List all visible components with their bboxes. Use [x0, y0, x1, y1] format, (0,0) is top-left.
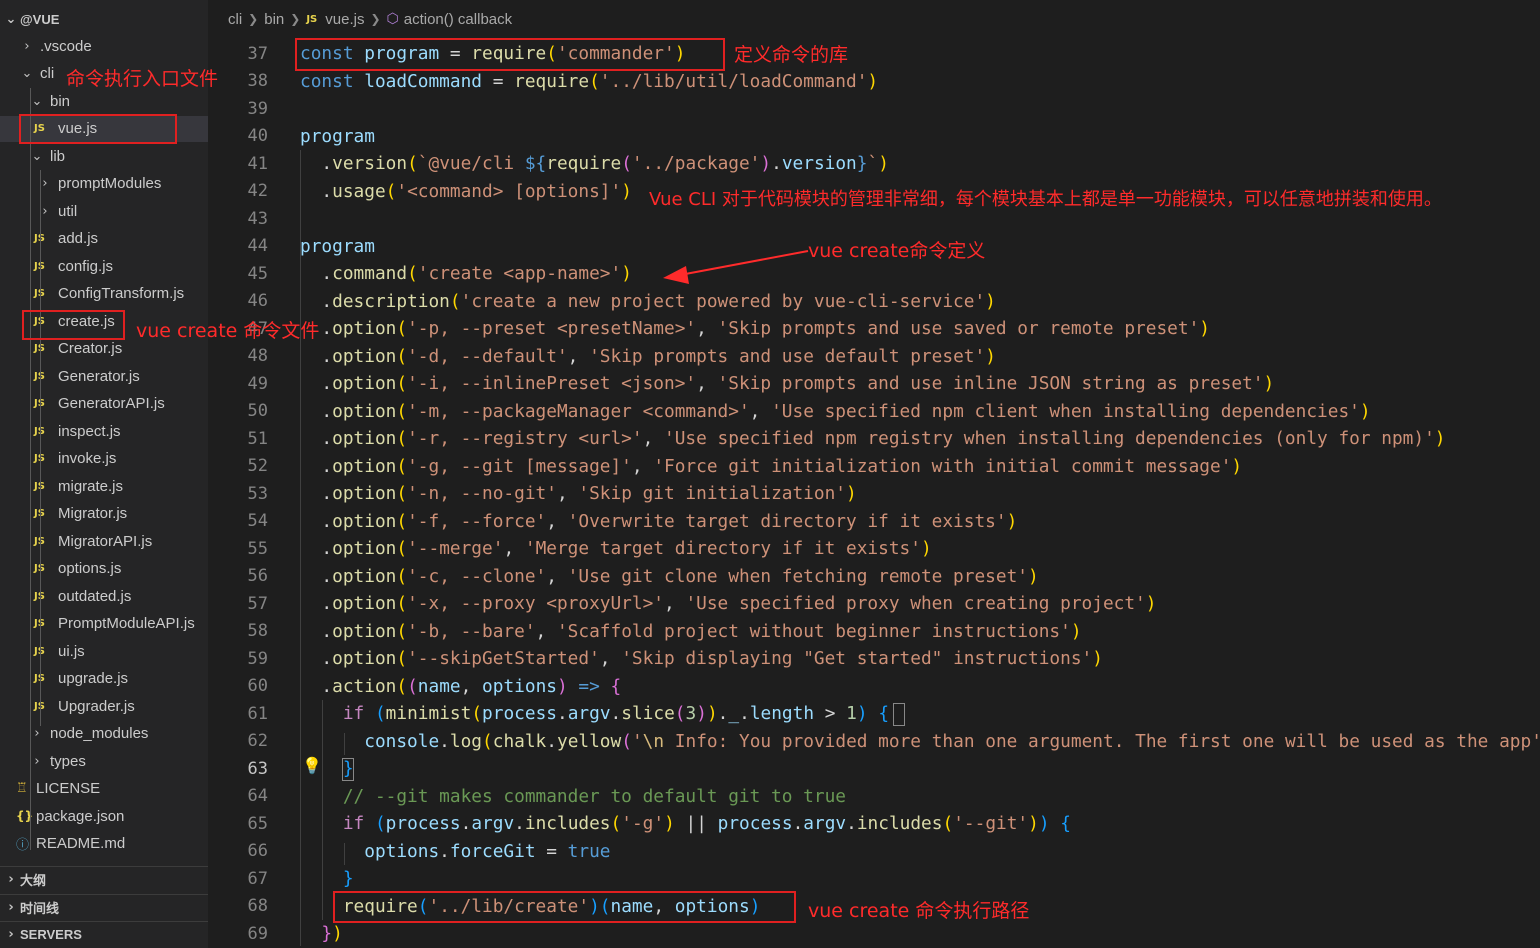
- annotation-arrow: [663, 250, 809, 284]
- arrow-line: [679, 250, 809, 276]
- arrow-head: [663, 266, 689, 284]
